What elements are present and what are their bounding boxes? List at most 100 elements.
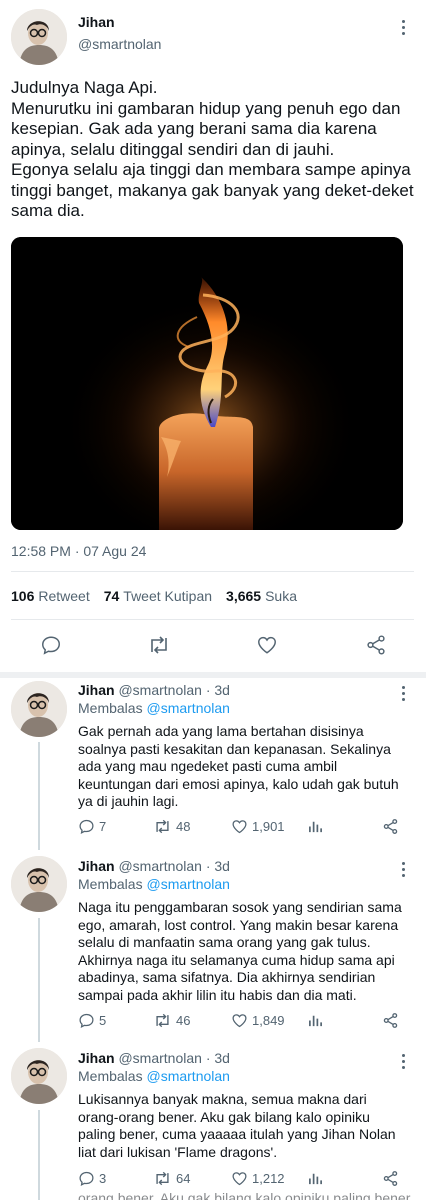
retweet-count[interactable]: 106 Retweet [11,588,90,604]
reply-button[interactable]: 7 [78,818,106,835]
display-name[interactable]: Jihan [78,1050,115,1066]
reply-count: 3 [99,1171,107,1186]
avatar-image [11,1048,67,1104]
reply-actions: 5 46 1,849 [78,1012,408,1032]
reply-tweet[interactable]: Jihan @smartnolan · 3d Membalas @smartno… [0,678,426,854]
user-handle[interactable]: @smartnolan [118,682,201,698]
reply-button[interactable]: 5 [78,1012,106,1029]
reply-count: 5 [99,1013,107,1028]
like-count[interactable]: 3,665 Suka [226,588,297,604]
share-icon[interactable] [365,634,387,661]
avatar[interactable] [11,1048,67,1104]
quote-count-value: 74 [103,588,120,604]
replying-to-link[interactable]: @smartnolan [146,876,229,892]
separator-dot: · [205,858,211,874]
analytics-icon[interactable] [308,1170,323,1185]
tweet-text: Judulnya Naga Api. Menurutku ini gambara… [11,78,414,220]
avatar[interactable] [11,9,67,65]
avatar-image [11,681,67,737]
like-count: 1,901 [252,819,285,834]
retweet-button[interactable]: 48 [153,818,190,835]
replying-to: Membalas @smartnolan [78,876,230,892]
reply-icon[interactable] [40,634,62,661]
candle-flame-image [11,237,403,530]
more-options-icon[interactable] [395,857,411,881]
thread-line [38,742,40,850]
share-icon[interactable] [382,1012,399,1029]
divider [11,571,414,572]
reply-header: Jihan @smartnolan · 3d [78,1050,230,1066]
reply-tweet[interactable]: Jihan @smartnolan · 3d Membalas @smartno… [0,1046,426,1200]
avatar[interactable] [11,681,67,737]
avatar-image [11,856,67,912]
replying-to: Membalas @smartnolan [78,700,230,716]
analytics-icon[interactable] [308,1012,323,1027]
retweet-icon [156,1013,169,1028]
avatar-image [11,9,67,65]
retweet-count: 46 [176,1013,191,1028]
replying-to: Membalas @smartnolan [78,1068,230,1084]
replying-to-link[interactable]: @smartnolan [146,1068,229,1084]
reply-actions: 7 48 1,901 [78,818,408,838]
reply-icon [79,819,94,835]
like-button[interactable]: 1,849 [231,1012,285,1029]
reply-count: 7 [99,819,107,834]
like-icon[interactable] [256,634,278,661]
retweet-icon [156,1171,169,1186]
like-count-value: 3,665 [226,588,262,604]
reply-actions: 3 64 1,212 [78,1170,408,1190]
reply-text: Naga itu penggambaran sosok yang sendiri… [78,899,402,1003]
reply-icon [79,1171,94,1187]
display-name[interactable]: Jihan [78,14,115,30]
replying-label: Membalas [78,700,143,716]
tweet-timestamp[interactable]: 12:58 PM · 07 Agu 24 [11,543,146,559]
retweet-button[interactable]: 46 [153,1012,190,1029]
analytics-icon[interactable] [308,818,323,833]
user-handle[interactable]: @smartnolan [118,1050,201,1066]
tweet-stats: 106 Retweet 74 Tweet Kutipan 3,665 Suka [11,588,305,604]
retweet-icon [156,819,169,834]
like-button[interactable]: 1,212 [231,1170,285,1187]
reply-time[interactable]: 3d [214,858,230,874]
avatar[interactable] [11,856,67,912]
user-handle[interactable]: @smartnolan [118,858,201,874]
like-count-label: Suka [265,588,297,604]
share-icon[interactable] [382,818,399,835]
separator-dot: · [205,682,211,698]
retweet-count-label: Retweet [38,588,90,604]
reply-tweet[interactable]: Jihan @smartnolan · 3d Membalas @smartno… [0,854,426,1044]
retweet-count-value: 106 [11,588,35,604]
reply-icon [79,1013,94,1029]
like-icon [232,1172,247,1186]
quote-count-label: Tweet Kutipan [123,588,213,604]
reply-button[interactable]: 3 [78,1170,106,1187]
cutoff-overlay-text: orang bener. Aku gak bilang kalo opiniku… [78,1190,414,1200]
quote-count[interactable]: 74 Tweet Kutipan [104,588,212,604]
thread-line [38,918,40,1042]
user-handle[interactable]: @smartnolan [78,36,161,52]
tweet-image[interactable] [11,237,403,530]
retweet-button[interactable]: 64 [153,1170,190,1187]
like-icon [232,820,247,834]
more-options-icon[interactable] [395,15,411,39]
reply-header: Jihan @smartnolan · 3d [78,682,230,698]
display-name[interactable]: Jihan [78,858,115,874]
separator-dot: · [205,1050,211,1066]
replying-to-link[interactable]: @smartnolan [146,700,229,716]
reply-time[interactable]: 3d [214,1050,230,1066]
like-button[interactable]: 1,901 [231,818,285,835]
like-count: 1,212 [252,1171,285,1186]
share-icon[interactable] [382,1170,399,1187]
more-options-icon[interactable] [395,1049,411,1073]
retweet-icon[interactable] [147,634,171,661]
retweet-count: 48 [176,819,191,834]
reply-text: Lukisannya banyak makna, semua makna dar… [78,1091,396,1160]
reply-text: Gak pernah ada yang lama bertahan disisi… [78,723,399,809]
reply-time[interactable]: 3d [214,682,230,698]
more-options-icon[interactable] [395,681,411,705]
display-name[interactable]: Jihan [78,682,115,698]
like-count: 1,849 [252,1013,285,1028]
divider [11,619,414,620]
thread-line [38,1110,40,1200]
retweet-count: 64 [176,1171,191,1186]
